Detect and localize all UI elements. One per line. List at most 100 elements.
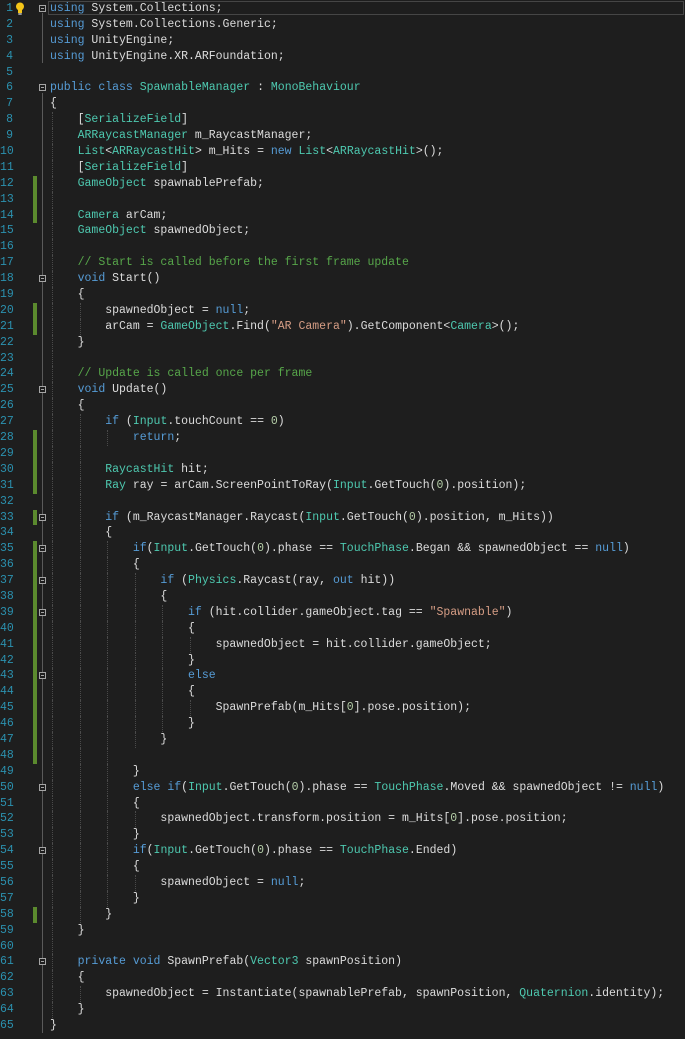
code-line[interactable]: 27 if (Input.touchCount == 0) (0, 414, 685, 431)
code-line[interactable]: 28 return; (0, 430, 685, 446)
code-line[interactable]: 45 SpawnPrefab(m_Hits[0].pose.position); (0, 700, 685, 717)
code-line[interactable]: 48 (0, 747, 685, 764)
code-line[interactable]: 42 } (0, 652, 685, 669)
collapse-icon[interactable] (39, 84, 46, 92)
code-token: (hit.collider.gameObject.tag == (201, 605, 430, 619)
collapse-icon[interactable] (39, 847, 46, 855)
code-line[interactable]: 65} (0, 1018, 685, 1034)
collapse-icon[interactable] (39, 577, 46, 585)
code-token: if (188, 605, 202, 619)
collapse-icon[interactable] (39, 5, 46, 12)
line-number: 42 (0, 653, 14, 667)
code-token: ).position, m_Hits)) (415, 510, 554, 524)
code-line[interactable]: 13 (0, 191, 685, 208)
code-line[interactable]: 6 public class SpawnableManager : MonoBeh… (0, 80, 685, 96)
code-line[interactable]: 54 if(Input.GetTouch(0).phase == TouchPh… (0, 843, 685, 860)
code-line[interactable]: 29 (0, 445, 685, 462)
code-line[interactable]: 19 { (0, 287, 685, 303)
code-line[interactable]: 14 Camera arCam; (0, 207, 685, 224)
collapse-icon[interactable] (39, 513, 46, 521)
code-line[interactable]: 15 GameObject spawnedObject; (0, 223, 685, 240)
collapse-icon[interactable] (39, 672, 46, 680)
code-line[interactable]: 2 using System.Collections.Generic; (0, 17, 685, 33)
line-number: 13 (0, 192, 14, 206)
code-token: >(); (491, 319, 520, 333)
code-line[interactable]: 47 } (0, 731, 685, 748)
code-line[interactable]: 58 } (0, 906, 685, 923)
line-number: 29 (0, 446, 14, 460)
code-line[interactable]: 8 [SerializeField] (0, 112, 685, 129)
code-line[interactable]: 64 } (0, 1002, 685, 1018)
line-number: 39 (0, 605, 14, 619)
code-text: void Start() (50, 271, 161, 287)
code-token: Input (153, 542, 189, 556)
code-line[interactable]: 9 ARRaycastManager m_RaycastManager; (0, 128, 685, 145)
code-line[interactable]: 18 void Start() (0, 271, 685, 288)
code-line[interactable]: 55 { (0, 859, 685, 875)
code-line[interactable]: 37 if (Physics.Raycast(ray, out hit)) (0, 573, 685, 589)
code-line[interactable]: 20 spawnedObject = null; (0, 302, 685, 319)
code-line[interactable]: 17 // Start is called before the first f… (0, 255, 685, 272)
code-line[interactable]: 21 arCam = GameObject.Find("AR Camera").… (0, 318, 685, 335)
code-line[interactable]: 46 } (0, 716, 685, 732)
line-number: 3 (6, 33, 13, 47)
code-line[interactable]: 52 spawnedObject.transform.position = m_… (0, 811, 685, 828)
code-text: using System.Collections.Generic; (50, 17, 278, 33)
code-line[interactable]: 41 spawnedObject = hit.collider.gameObje… (0, 636, 685, 653)
lightbulb-icon[interactable] (15, 2, 25, 15)
code-line[interactable]: 53 } (0, 827, 685, 844)
collapse-icon[interactable] (39, 545, 46, 553)
code-line[interactable]: 12 GameObject spawnablePrefab; (0, 175, 685, 192)
collapse-icon[interactable] (39, 386, 46, 394)
code-line[interactable]: 33 if (m_RaycastManager.Raycast(Input.Ge… (0, 509, 685, 526)
code-text: { (50, 796, 140, 812)
code-token: SpawnPrefab( (160, 955, 251, 969)
code-token: spawnedObject = (50, 875, 271, 889)
code-line[interactable]: 44 { (0, 684, 685, 701)
collapse-icon[interactable] (39, 958, 46, 966)
code-line[interactable]: 56 spawnedObject = null; (0, 874, 685, 891)
code-line[interactable]: 63 spawnedObject = Instantiate(spawnable… (0, 986, 685, 1003)
code-line[interactable]: 5 (0, 65, 685, 81)
collapse-icon[interactable] (39, 608, 46, 616)
code-line[interactable]: 24 // Update is called once per frame (0, 366, 685, 383)
code-line[interactable]: 7{ (0, 96, 685, 112)
collapse-icon[interactable] (39, 783, 46, 791)
code-line[interactable]: 11 [SerializeField] (0, 159, 685, 176)
code-line[interactable]: 10 List<ARRaycastHit> m_Hits = new List<… (0, 144, 685, 160)
code-token: ; (298, 875, 306, 889)
code-line[interactable]: 34 { (0, 525, 685, 542)
code-line[interactable]: 59 } (0, 922, 685, 939)
code-line[interactable]: 50 else if(Input.GetTouch(0).phase == To… (0, 779, 685, 796)
code-token: } (50, 764, 140, 778)
code-line[interactable]: 32 (0, 493, 685, 510)
line-number: 5 (6, 65, 13, 79)
code-line[interactable]: 4 using UnityEngine.XR.ARFoundation; (0, 49, 685, 65)
code-line[interactable]: 57 } (0, 890, 685, 907)
code-line[interactable]: 30 RaycastHit hit; (0, 461, 685, 478)
code-editor[interactable]: 1 using System.Collections; 2 using System.… (0, 1, 685, 1034)
code-line[interactable]: 51 { (0, 795, 685, 812)
code-line[interactable]: 3 using UnityEngine; (0, 33, 685, 49)
code-line[interactable]: 40 { (0, 620, 685, 637)
code-line[interactable]: 16 (0, 239, 685, 256)
code-line[interactable]: 36 { (0, 557, 685, 574)
code-line[interactable]: 22 } (0, 334, 685, 351)
code-line[interactable]: 43 else (0, 668, 685, 685)
collapse-icon[interactable] (39, 275, 46, 283)
code-line[interactable]: 49 } (0, 763, 685, 780)
code-line[interactable]: 26 { (0, 398, 685, 415)
line-number: 41 (0, 637, 14, 651)
code-line[interactable]: 38 { (0, 588, 685, 605)
code-line[interactable]: 31 Ray ray = arCam.ScreenPointToRay(Inpu… (0, 477, 685, 494)
code-line[interactable]: 61 private void SpawnPrefab(Vector3 spaw… (0, 954, 685, 971)
code-line[interactable]: 62 { (0, 970, 685, 987)
code-line[interactable]: 25 void Update() (0, 382, 685, 399)
code-line[interactable]: 23 (0, 350, 685, 367)
code-line[interactable]: 35 if(Input.GetTouch(0).phase == TouchPh… (0, 541, 685, 558)
code-line[interactable]: 39 if (hit.collider.gameObject.tag == "S… (0, 604, 685, 621)
code-line[interactable]: 1 using System.Collections; (0, 1, 685, 17)
code-token: .Raycast(ray, (236, 574, 333, 588)
code-line[interactable]: 60 (0, 938, 685, 955)
